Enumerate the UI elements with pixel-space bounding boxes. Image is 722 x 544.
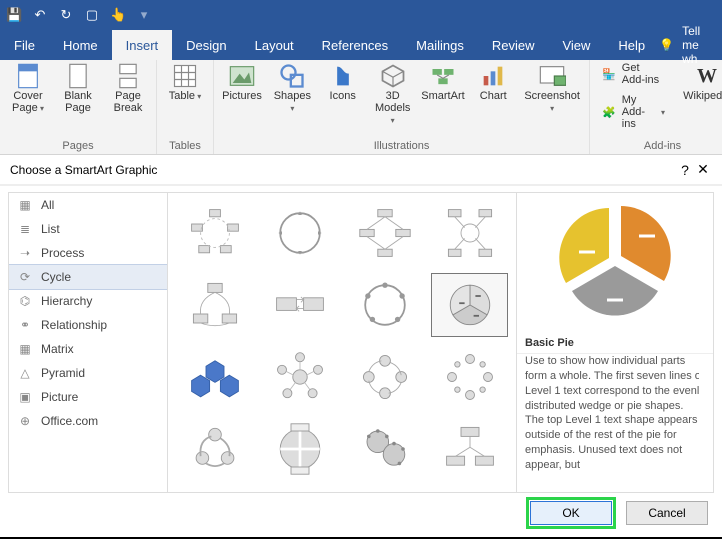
gallery-thumb[interactable] xyxy=(346,417,423,481)
group-label-tables: Tables xyxy=(165,138,205,152)
gallery-thumb[interactable] xyxy=(261,417,338,481)
group-pages: CoverPage BlankPage PageBreak Pages xyxy=(0,60,157,154)
touch-mode-icon[interactable]: 👆 xyxy=(110,7,126,23)
3d-models-button[interactable]: 3DModels xyxy=(373,64,413,126)
gallery-thumb[interactable] xyxy=(346,345,423,409)
preview-image xyxy=(517,193,713,333)
gallery-thumb[interactable] xyxy=(431,345,508,409)
qat-customize-icon[interactable]: ▾ xyxy=(136,7,152,23)
my-addins-button[interactable]: 🧩My Add-ins ▾ xyxy=(598,92,669,132)
gallery-thumb[interactable] xyxy=(176,417,253,481)
cat-picture[interactable]: ▣Picture xyxy=(9,385,167,409)
tab-layout[interactable]: Layout xyxy=(241,30,308,60)
cycle-icon: ⟳ xyxy=(17,269,33,285)
gallery-thumb[interactable] xyxy=(346,273,423,337)
category-list: ▦All ≣List ➝Process ⟳Cycle ⌬Hierarchy ⚭R… xyxy=(8,192,168,493)
gallery-thumb[interactable] xyxy=(261,273,338,337)
gallery-thumb[interactable] xyxy=(261,345,338,409)
gallery-thumb[interactable] xyxy=(176,345,253,409)
cat-pyramid[interactable]: △Pyramid xyxy=(9,361,167,385)
group-label-addins: Add-ins xyxy=(598,138,722,152)
tab-help[interactable]: Help xyxy=(604,30,659,60)
addins-icon: 🧩 xyxy=(602,104,616,120)
dialog-title: Choose a SmartArt Graphic xyxy=(10,163,157,177)
icons-button[interactable]: Icons xyxy=(323,64,363,102)
group-label-pages: Pages xyxy=(8,138,148,152)
gallery-thumb[interactable] xyxy=(176,273,253,337)
preview-description: Use to show how individual parts form a … xyxy=(517,353,713,479)
pyramid-icon: △ xyxy=(17,365,33,381)
gallery-thumb[interactable] xyxy=(176,201,253,265)
tab-home[interactable]: Home xyxy=(49,30,112,60)
wikipedia-button[interactable]: WWikipedia xyxy=(687,64,722,102)
tab-insert[interactable]: Insert xyxy=(112,30,173,60)
cat-all[interactable]: ▦All xyxy=(9,193,167,217)
shapes-button[interactable]: Shapes xyxy=(272,64,313,114)
cat-process[interactable]: ➝Process xyxy=(9,241,167,265)
group-tables: Table Tables xyxy=(157,60,214,154)
ok-button[interactable]: OK xyxy=(530,501,612,525)
group-label-illustrations: Illustrations xyxy=(222,138,581,152)
gallery-thumb-selected[interactable] xyxy=(431,273,508,337)
relationship-icon: ⚭ xyxy=(17,317,33,333)
all-icon: ▦ xyxy=(17,197,33,213)
smartart-gallery xyxy=(168,192,516,493)
process-icon: ➝ xyxy=(17,245,33,261)
matrix-icon: ▦ xyxy=(17,341,33,357)
group-illustrations: Pictures Shapes Icons 3DModels SmartArt … xyxy=(214,60,590,154)
undo-icon[interactable]: ↶ xyxy=(32,7,48,23)
cat-relationship[interactable]: ⚭Relationship xyxy=(9,313,167,337)
redo-icon[interactable]: ↻ xyxy=(58,7,74,23)
preview-title: Basic Pie xyxy=(517,333,713,351)
store-icon: 🏪 xyxy=(602,66,616,82)
ribbon: CoverPage BlankPage PageBreak Pages Tabl… xyxy=(0,60,722,155)
cat-office[interactable]: ⊕Office.com xyxy=(9,409,167,433)
table-button[interactable]: Table xyxy=(165,64,205,102)
save-icon[interactable]: 💾 xyxy=(6,7,22,23)
pictures-button[interactable]: Pictures xyxy=(222,64,262,102)
gallery-thumb[interactable] xyxy=(176,489,253,493)
help-button[interactable]: ? xyxy=(676,162,694,178)
chart-button[interactable]: Chart xyxy=(473,64,513,102)
screenshot-button[interactable]: Screenshot xyxy=(523,64,581,114)
tab-file[interactable]: File xyxy=(0,30,49,60)
cover-page-button[interactable]: CoverPage xyxy=(8,64,48,114)
gallery-thumb[interactable] xyxy=(346,201,423,265)
tab-view[interactable]: View xyxy=(548,30,604,60)
cat-cycle[interactable]: ⟳Cycle xyxy=(8,264,168,290)
hierarchy-icon: ⌬ xyxy=(17,293,33,309)
get-addins-button[interactable]: 🏪Get Add-ins xyxy=(598,60,669,88)
gallery-thumb[interactable] xyxy=(261,201,338,265)
picture-icon: ▣ xyxy=(17,389,33,405)
group-addins: 🏪Get Add-ins 🧩My Add-ins ▾ WWikipedia Ad… xyxy=(590,60,722,154)
quick-access-toolbar: 💾 ↶ ↻ ▢ 👆 ▾ xyxy=(0,0,722,30)
cat-list[interactable]: ≣List xyxy=(9,217,167,241)
lightbulb-icon: 💡 xyxy=(659,38,674,52)
preview-pane: Basic Pie Use to show how individual par… xyxy=(516,192,714,493)
office-icon: ⊕ xyxy=(17,413,33,429)
tab-design[interactable]: Design xyxy=(172,30,240,60)
smartart-button[interactable]: SmartArt xyxy=(423,64,464,102)
cat-matrix[interactable]: ▦Matrix xyxy=(9,337,167,361)
page-break-button[interactable]: PageBreak xyxy=(108,64,148,114)
close-button[interactable]: ✕ xyxy=(694,161,712,178)
smartart-dialog: Choose a SmartArt Graphic ? ✕ ▦All ≣List… xyxy=(0,155,722,535)
tab-review[interactable]: Review xyxy=(478,30,549,60)
blank-page-button[interactable]: BlankPage xyxy=(58,64,98,114)
cat-hierarchy[interactable]: ⌬Hierarchy xyxy=(9,289,167,313)
ribbon-tabs: File Home Insert Design Layout Reference… xyxy=(0,30,722,60)
cancel-button[interactable]: Cancel xyxy=(626,501,708,525)
tab-references[interactable]: References xyxy=(308,30,402,60)
tab-mailings[interactable]: Mailings xyxy=(402,30,478,60)
new-doc-icon[interactable]: ▢ xyxy=(84,7,100,23)
scrollbar[interactable]: ▴▾ xyxy=(699,354,713,479)
gallery-thumb[interactable] xyxy=(431,201,508,265)
gallery-thumb[interactable] xyxy=(431,417,508,481)
list-icon: ≣ xyxy=(17,221,33,237)
